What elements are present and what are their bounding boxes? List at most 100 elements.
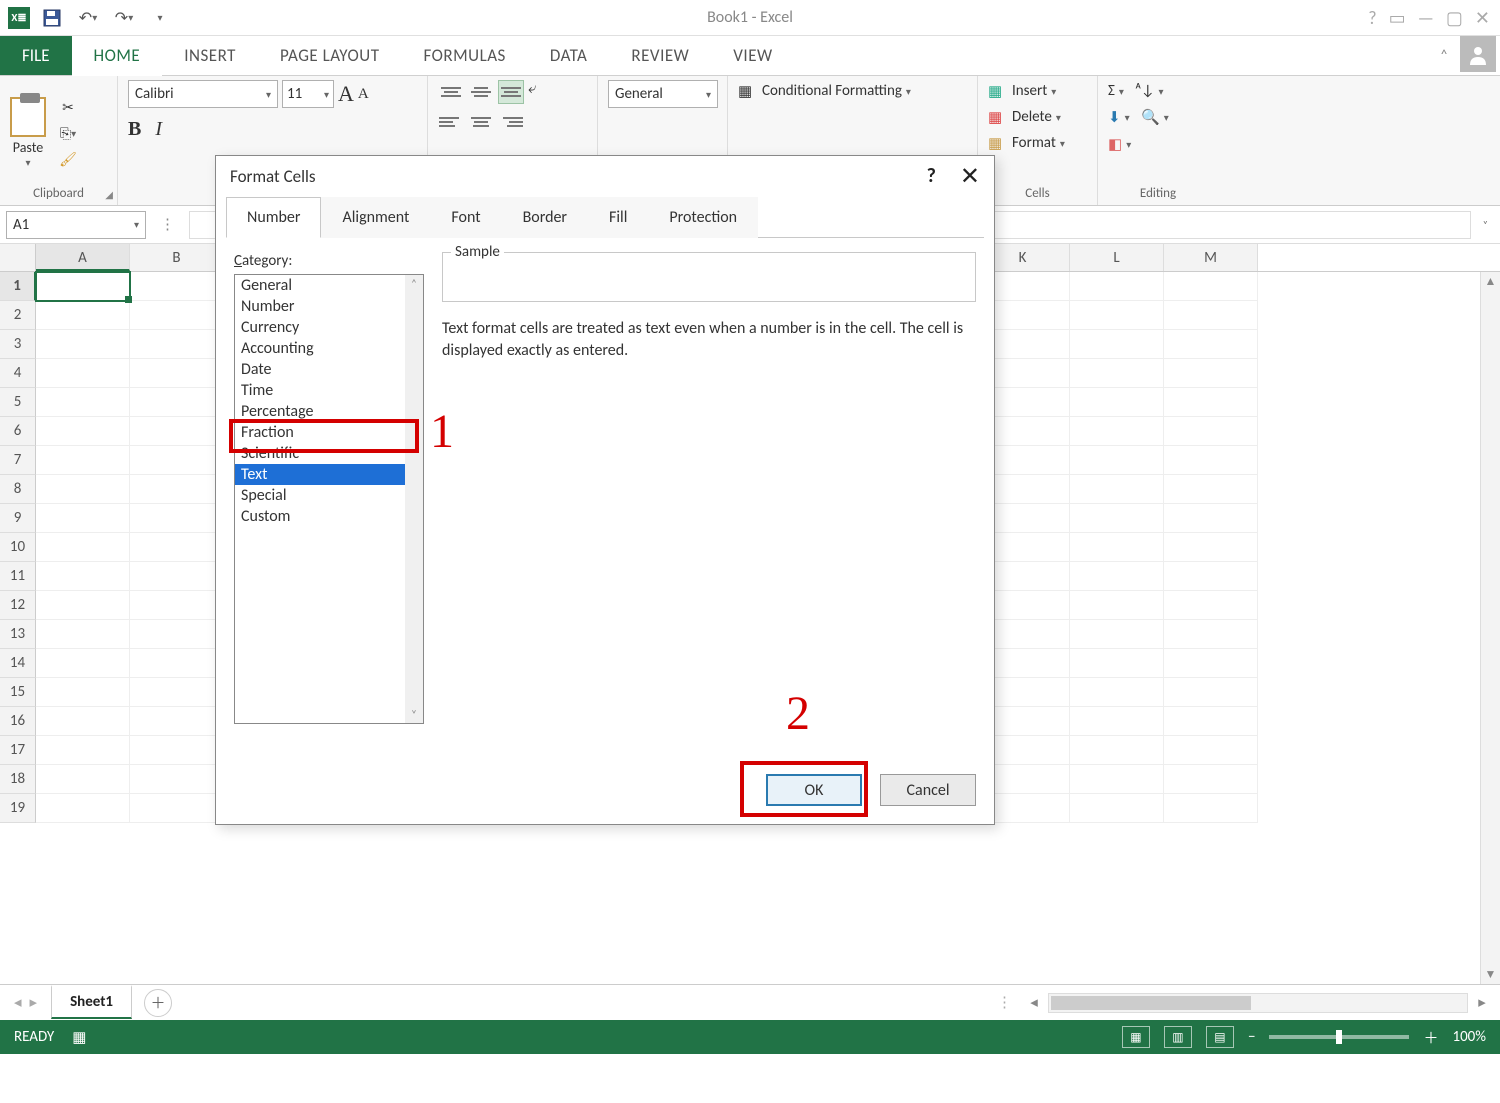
insert-cells-button[interactable]: ▦Insert ▾: [988, 80, 1056, 102]
cell[interactable]: [130, 533, 224, 562]
cell[interactable]: [36, 417, 130, 446]
row-header[interactable]: 19: [0, 794, 36, 823]
clear-button[interactable]: ◧ ▾: [1108, 133, 1131, 156]
tab-data[interactable]: DATA: [528, 36, 610, 75]
delete-cells-button[interactable]: ▦Delete ▾: [988, 106, 1061, 128]
align-right-button[interactable]: [498, 110, 524, 134]
format-painter-button[interactable]: 🖌: [56, 148, 80, 170]
tab-review[interactable]: REVIEW: [609, 36, 711, 75]
cell[interactable]: [130, 417, 224, 446]
row-header[interactable]: 6: [0, 417, 36, 446]
cell[interactable]: [1070, 475, 1164, 504]
cell[interactable]: [1164, 359, 1258, 388]
dialog-tab-fill[interactable]: Fill: [588, 197, 648, 238]
cell[interactable]: [1164, 649, 1258, 678]
decrease-font-button[interactable]: A: [358, 86, 369, 103]
tab-home[interactable]: HOME: [72, 37, 163, 76]
cell[interactable]: [36, 475, 130, 504]
category-item[interactable]: Percentage: [235, 401, 423, 422]
cell[interactable]: [1070, 591, 1164, 620]
cell[interactable]: [1070, 504, 1164, 533]
dialog-tab-border[interactable]: Border: [502, 197, 588, 238]
tab-formulas[interactable]: FORMULAS: [401, 36, 527, 75]
cell[interactable]: [36, 272, 130, 301]
row-header[interactable]: 11: [0, 562, 36, 591]
file-tab[interactable]: FILE: [0, 36, 72, 75]
cell[interactable]: [130, 301, 224, 330]
cell[interactable]: [1164, 678, 1258, 707]
cell[interactable]: [1164, 272, 1258, 301]
sheet-nav[interactable]: ◂▸: [0, 993, 51, 1012]
conditional-formatting-button[interactable]: ▦Conditional Formatting ▾: [738, 80, 911, 102]
cell[interactable]: [130, 504, 224, 533]
zoom-out-button[interactable]: −: [1248, 1028, 1255, 1046]
cell[interactable]: [130, 446, 224, 475]
align-left-button[interactable]: [438, 110, 464, 134]
category-item[interactable]: Text: [235, 464, 423, 485]
cell[interactable]: [36, 736, 130, 765]
category-item[interactable]: Custom: [235, 506, 423, 527]
dialog-help-button[interactable]: ?: [927, 164, 936, 188]
category-item[interactable]: Scientific: [235, 443, 423, 464]
cell[interactable]: [36, 562, 130, 591]
row-header[interactable]: 10: [0, 533, 36, 562]
page-break-view-button[interactable]: ▤: [1206, 1026, 1234, 1048]
number-format-combo[interactable]: General▾: [608, 80, 718, 108]
cell[interactable]: [1164, 417, 1258, 446]
column-header[interactable]: A: [36, 244, 130, 271]
cell[interactable]: [36, 765, 130, 794]
cell[interactable]: [36, 504, 130, 533]
cell[interactable]: [1070, 620, 1164, 649]
dialog-tab-font[interactable]: Font: [430, 197, 501, 238]
category-listbox[interactable]: GeneralNumberCurrencyAccountingDateTimeP…: [234, 274, 424, 724]
tab-view[interactable]: VIEW: [711, 36, 794, 75]
cell[interactable]: [36, 649, 130, 678]
cell[interactable]: [1070, 388, 1164, 417]
row-header[interactable]: 12: [0, 591, 36, 620]
cell[interactable]: [1164, 620, 1258, 649]
vertical-scrollbar[interactable]: ▲ ▼: [1480, 272, 1500, 984]
sheet-split-handle[interactable]: ⋮: [997, 993, 1012, 1012]
cell[interactable]: [36, 446, 130, 475]
autosum-button[interactable]: Σ ▾ ᴬ↓▾: [1108, 80, 1163, 102]
cell[interactable]: [1070, 272, 1164, 301]
row-header[interactable]: 4: [0, 359, 36, 388]
row-header[interactable]: 1: [0, 272, 36, 301]
zoom-in-button[interactable]: ＋: [1423, 1027, 1438, 1048]
wrap-text-button[interactable]: ⤶: [528, 80, 536, 104]
undo-button[interactable]: ↶▾: [74, 4, 102, 32]
category-item[interactable]: Number: [235, 296, 423, 317]
category-item[interactable]: Date: [235, 359, 423, 380]
fx-handle[interactable]: ⋮: [152, 215, 183, 234]
cancel-button[interactable]: Cancel: [880, 774, 976, 806]
ribbon-display-options[interactable]: ▭: [1389, 7, 1406, 29]
cell[interactable]: [1164, 736, 1258, 765]
cell[interactable]: [1070, 417, 1164, 446]
category-item[interactable]: General: [235, 275, 423, 296]
macro-record-icon[interactable]: ▦: [72, 1028, 86, 1047]
row-header[interactable]: 8: [0, 475, 36, 504]
paste-button[interactable]: Paste ▾: [10, 97, 46, 169]
category-item[interactable]: Time: [235, 380, 423, 401]
tab-insert[interactable]: INSERT: [162, 36, 258, 75]
dialog-tab-number[interactable]: Number: [226, 197, 321, 238]
align-middle-button[interactable]: [468, 80, 494, 104]
tab-page-layout[interactable]: PAGE LAYOUT: [258, 36, 402, 75]
ok-button[interactable]: OK: [766, 774, 862, 806]
cell[interactable]: [130, 359, 224, 388]
cell[interactable]: [36, 707, 130, 736]
select-all-corner[interactable]: [0, 244, 36, 271]
format-cells-button[interactable]: ▦Format ▾: [988, 132, 1065, 154]
cell[interactable]: [130, 475, 224, 504]
minimize-button[interactable]: —: [1418, 7, 1434, 29]
cell[interactable]: [1070, 649, 1164, 678]
cell[interactable]: [1070, 765, 1164, 794]
cell[interactable]: [1164, 330, 1258, 359]
ribbon-collapse-button[interactable]: ˄: [1428, 36, 1460, 75]
cell[interactable]: [1164, 475, 1258, 504]
cell[interactable]: [130, 272, 224, 301]
cell[interactable]: [130, 620, 224, 649]
row-header[interactable]: 5: [0, 388, 36, 417]
hscroll-left[interactable]: ◂: [1024, 993, 1044, 1012]
save-button[interactable]: [38, 4, 66, 32]
